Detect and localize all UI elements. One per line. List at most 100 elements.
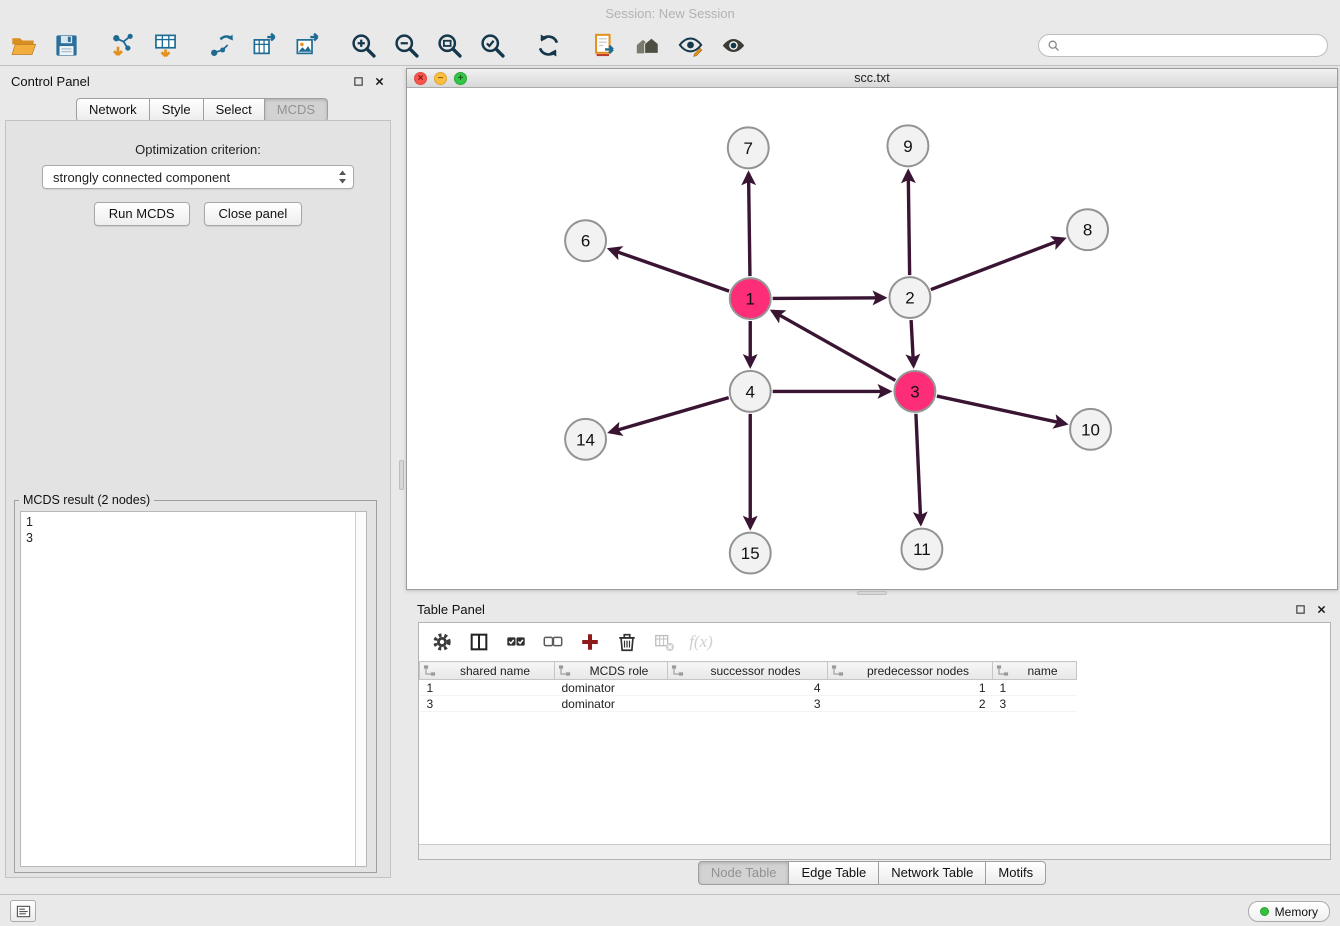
trash-button[interactable] [613, 628, 641, 656]
graph-edge-4-14[interactable] [610, 398, 729, 433]
refresh-layout-button[interactable] [531, 29, 565, 63]
result-scrollbar[interactable] [355, 512, 366, 866]
maximize-window-icon[interactable]: + [454, 72, 467, 85]
tab-network-table[interactable]: Network Table [878, 861, 986, 885]
network-graph[interactable]: 7 9 6 8 1 2 4 3 14 10 15 11 [407, 89, 1337, 589]
open-folder-button[interactable] [6, 29, 40, 63]
export-web-button[interactable] [587, 29, 621, 63]
graph-edge-1-7[interactable] [749, 173, 750, 276]
toggle-details-button[interactable] [673, 29, 707, 63]
zoom-in-button[interactable] [346, 29, 380, 63]
show-details-icon [720, 32, 747, 59]
float-table-panel-icon[interactable] [1295, 604, 1306, 615]
column-header-successor-nodes[interactable]: successor nodes [668, 662, 828, 680]
select-all-button[interactable] [502, 628, 530, 656]
import-table-button[interactable] [148, 29, 182, 63]
tab-style[interactable]: Style [149, 98, 204, 122]
attribute-icon [671, 664, 684, 677]
graph-node-label: 2 [905, 289, 914, 308]
graph-edge-2-3[interactable] [911, 320, 913, 366]
zoom-out-button[interactable] [389, 29, 423, 63]
column-header-shared-name[interactable]: shared name [420, 662, 555, 680]
graph-node-11[interactable]: 11 [901, 529, 942, 570]
tab-motifs[interactable]: Motifs [985, 861, 1046, 885]
gear-button[interactable] [428, 628, 456, 656]
graph-node-6[interactable]: 6 [565, 220, 606, 261]
graph-node-15[interactable]: 15 [730, 533, 771, 574]
run-mcds-button[interactable]: Run MCDS [94, 202, 190, 226]
table-row[interactable]: 3dominator323 [420, 696, 1077, 712]
network-selection-button[interactable] [204, 29, 238, 63]
float-panel-icon[interactable] [353, 76, 364, 87]
node-table-container: f(x) shared nameMCDS rolesuccessor nodes… [418, 622, 1331, 860]
close-window-icon[interactable]: × [414, 72, 427, 85]
column-header-name[interactable]: name [993, 662, 1077, 680]
mcds-result-title: MCDS result (2 nodes) [19, 493, 154, 507]
column-label: predecessor nodes [847, 664, 989, 678]
close-panel-button[interactable]: Close panel [204, 202, 303, 226]
add-column-icon [579, 631, 601, 653]
graph-edge-1-6[interactable] [610, 249, 729, 291]
export-image-button[interactable] [290, 29, 324, 63]
graph-node-10[interactable]: 10 [1070, 409, 1111, 450]
close-table-panel-icon[interactable] [1316, 604, 1327, 615]
memory-button[interactable]: Memory [1248, 901, 1330, 922]
column-header-mcds-role[interactable]: MCDS role [555, 662, 668, 680]
graph-edge-1-2[interactable] [773, 298, 885, 299]
graph-edge-2-8[interactable] [931, 239, 1064, 290]
graph-edge-3-11[interactable] [916, 414, 921, 524]
tab-network[interactable]: Network [76, 98, 150, 122]
function-button: f(x) [687, 628, 715, 656]
graph-node-8[interactable]: 8 [1067, 209, 1108, 250]
tab-node-table[interactable]: Node Table [698, 861, 790, 885]
graph-edge-2-9[interactable] [908, 171, 909, 275]
tab-select[interactable]: Select [203, 98, 265, 122]
mcds-result-list[interactable]: 13 [20, 511, 367, 867]
attribute-icon [831, 664, 844, 677]
import-network-button[interactable] [105, 29, 139, 63]
task-history-button[interactable] [10, 900, 36, 922]
browser-home-button[interactable] [630, 29, 664, 63]
close-panel-icon[interactable] [374, 76, 385, 87]
zoom-in-icon [350, 32, 377, 59]
save-button[interactable] [49, 29, 83, 63]
graph-node-7[interactable]: 7 [728, 127, 769, 168]
open-folder-icon [10, 32, 37, 59]
graph-node-1[interactable]: 1 [730, 278, 771, 319]
graph-node-3[interactable]: 3 [894, 371, 935, 412]
attribute-icon [996, 664, 1009, 677]
mcds-result-group: MCDS result (2 nodes) 13 [14, 493, 377, 873]
network-window-titlebar[interactable]: × − + scc.txt [407, 69, 1337, 88]
zoom-fit-button[interactable] [432, 29, 466, 63]
window-titlebar: Session: New Session [0, 0, 1340, 26]
table-row[interactable]: 1dominator411 [420, 680, 1077, 696]
deselect-all-button[interactable] [539, 628, 567, 656]
graph-node-2[interactable]: 2 [889, 277, 930, 318]
zoom-selected-button[interactable] [475, 29, 509, 63]
search-input[interactable] [1065, 38, 1319, 53]
table-horizontal-scrollbar[interactable] [419, 844, 1330, 859]
optimization-criterion-select[interactable]: strongly connected component [42, 165, 354, 189]
export-table-button[interactable] [247, 29, 281, 63]
delete-table-button [650, 628, 678, 656]
panel-splitter-vertical[interactable] [397, 68, 405, 882]
tab-edge-table[interactable]: Edge Table [788, 861, 879, 885]
splitter-grip-icon[interactable] [857, 591, 887, 595]
show-details-button[interactable] [716, 29, 750, 63]
graph-node-14[interactable]: 14 [565, 419, 606, 460]
columns-button[interactable] [465, 628, 493, 656]
splitter-grip-icon[interactable] [399, 460, 404, 490]
graph-node-4[interactable]: 4 [730, 371, 771, 412]
result-line: 3 [26, 530, 350, 546]
window-title: Session: New Session [605, 6, 734, 21]
node-table: shared nameMCDS rolesuccessor nodes prede… [419, 661, 1077, 712]
graph-edge-3-1[interactable] [772, 311, 895, 380]
column-header-predecessor-nodes[interactable]: predecessor nodes [828, 662, 993, 680]
add-column-button[interactable] [576, 628, 604, 656]
graph-node-9[interactable]: 9 [887, 125, 928, 166]
network-canvas[interactable]: 7 9 6 8 1 2 4 3 14 10 15 11 [407, 89, 1337, 589]
search-box[interactable] [1038, 34, 1328, 57]
graph-edge-3-10[interactable] [937, 396, 1066, 424]
tab-mcds[interactable]: MCDS [264, 98, 328, 122]
minimize-window-icon[interactable]: − [434, 72, 447, 85]
